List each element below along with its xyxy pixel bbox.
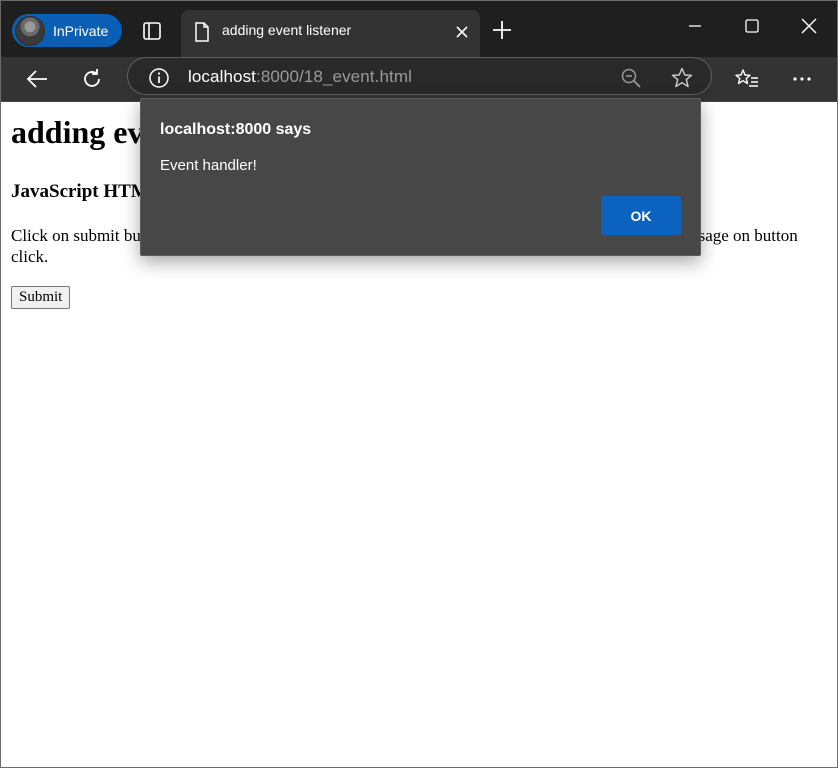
browser-window: InPrivate adding event listener localhos… [0, 0, 838, 768]
new-tab-icon[interactable] [491, 19, 513, 45]
submit-button[interactable]: Submit [11, 286, 71, 309]
site-info-icon[interactable] [148, 67, 170, 93]
zoom-out-icon[interactable] [620, 67, 642, 93]
dialog-title: localhost:8000 says [160, 121, 312, 138]
alert-dialog: localhost:8000 says Event handler! OK [140, 98, 701, 256]
url-path: :8000/18_event.html [256, 67, 412, 86]
window-close-icon[interactable] [799, 16, 819, 40]
favorite-star-icon[interactable] [670, 66, 694, 94]
tab-strip: InPrivate adding event listener [1, 1, 837, 57]
more-options-icon[interactable] [787, 65, 817, 93]
inprivate-label: InPrivate [53, 22, 109, 39]
minimize-icon[interactable] [685, 16, 705, 40]
address-url[interactable]: localhost:8000/18_event.html [188, 67, 412, 87]
tab-close-icon[interactable] [453, 23, 471, 45]
tab-actions-icon[interactable] [139, 18, 165, 44]
maximize-icon[interactable] [742, 16, 762, 40]
ok-button[interactable]: OK [601, 196, 681, 235]
avatar [15, 15, 45, 46]
url-host: localhost [188, 67, 256, 86]
navigation-toolbar: localhost:8000/18_event.html [1, 57, 837, 102]
back-icon[interactable] [22, 65, 52, 93]
favorites-icon[interactable] [732, 65, 762, 93]
inprivate-badge[interactable]: InPrivate [12, 14, 122, 47]
dialog-message: Event handler! [160, 157, 257, 174]
page-icon [193, 21, 211, 47]
tab-active[interactable]: adding event listener [181, 10, 480, 57]
tab-title: adding event listener [222, 22, 352, 38]
refresh-icon[interactable] [77, 65, 107, 93]
address-bar[interactable]: localhost:8000/18_event.html [127, 57, 712, 95]
